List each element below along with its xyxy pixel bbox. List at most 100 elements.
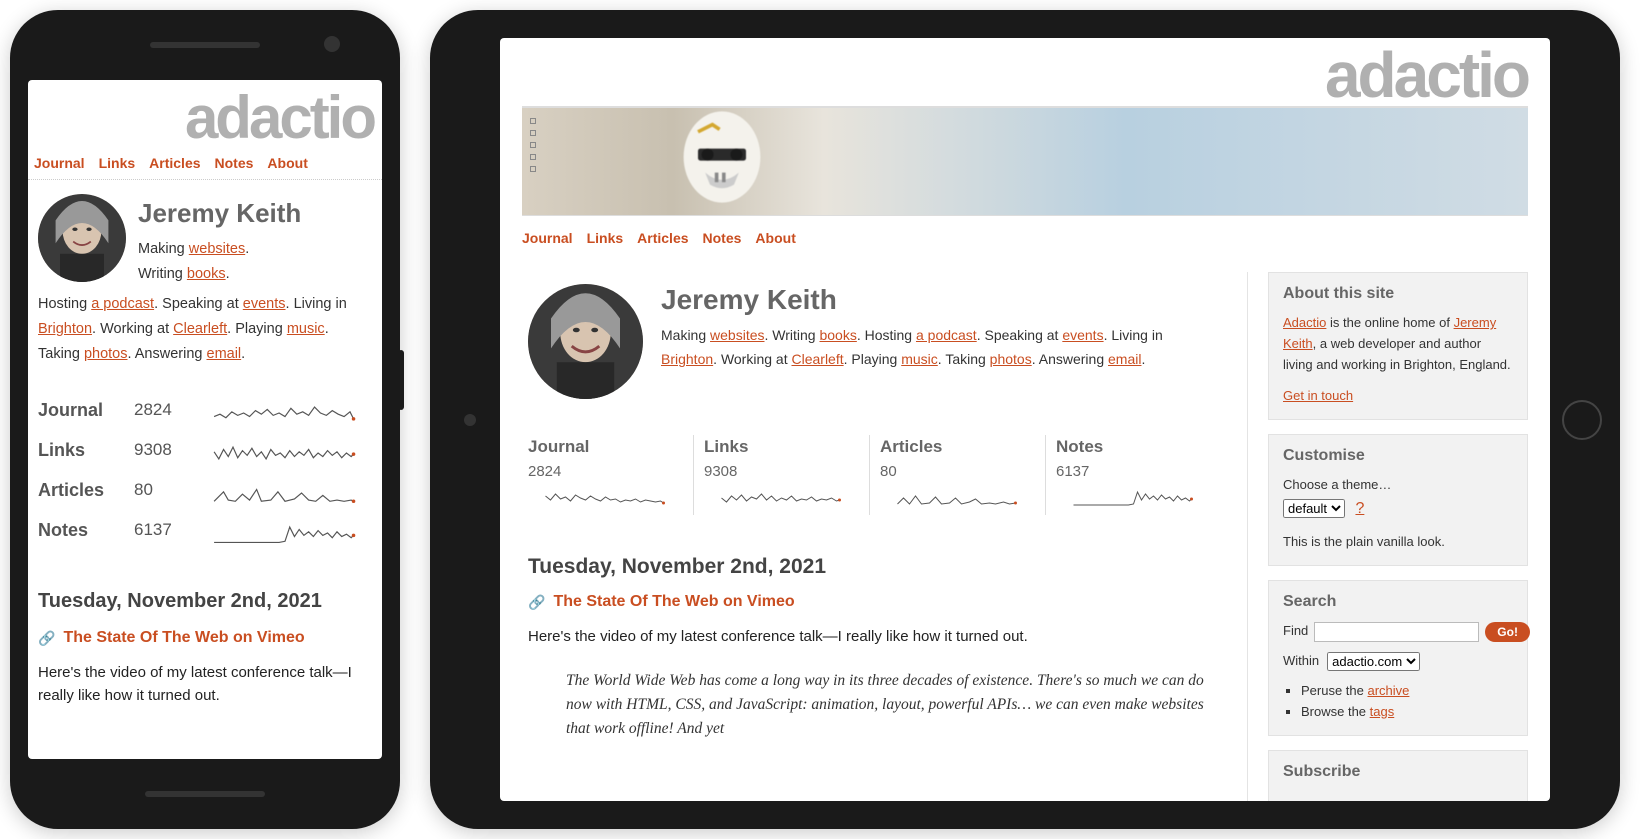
- link-photos[interactable]: photos: [84, 346, 128, 362]
- link-books[interactable]: books: [187, 266, 226, 282]
- author-bio-top: Making websites. Writing books.: [138, 237, 301, 286]
- link-events[interactable]: events: [243, 296, 286, 312]
- phone-camera: [324, 36, 340, 52]
- link-tags[interactable]: tags: [1370, 704, 1395, 719]
- sidebar-customise-heading: Customise: [1283, 447, 1513, 465]
- sparkline-articles: [880, 486, 1035, 508]
- sidebar-subscribe-heading: Subscribe: [1283, 763, 1513, 781]
- link-archive[interactable]: archive: [1368, 683, 1410, 698]
- sidebar-about-heading: About this site: [1283, 285, 1513, 303]
- permalink-icon[interactable]: 🔗: [38, 630, 55, 647]
- link-podcast[interactable]: a podcast: [916, 327, 977, 343]
- link-email[interactable]: email: [1108, 351, 1141, 367]
- sparkline-links: [704, 486, 859, 508]
- search-within-label: Within: [1283, 651, 1319, 672]
- link-events[interactable]: events: [1062, 327, 1103, 343]
- stat-articles[interactable]: Articles 80: [38, 470, 372, 510]
- sidebar-about-text: Adactio is the online home of Jeremy Kei…: [1283, 313, 1513, 375]
- search-input[interactable]: [1314, 622, 1479, 642]
- stat-journal[interactable]: Journal 2824: [528, 435, 693, 515]
- sparkline-links: [198, 440, 372, 466]
- link-music[interactable]: music: [287, 321, 325, 337]
- tablet-screen: adactio Journal Links Articles Notes Abo: [500, 38, 1550, 801]
- permalink-icon[interactable]: 🔗: [528, 594, 545, 611]
- stat-notes[interactable]: Notes 6137: [1045, 435, 1221, 515]
- site-logo[interactable]: adactio: [500, 38, 1550, 106]
- theme-description: This is the plain vanilla look.: [1283, 532, 1513, 553]
- stat-links[interactable]: Links 9308: [693, 435, 869, 515]
- tablet-camera: [464, 414, 476, 426]
- sparkline-articles: [198, 480, 372, 506]
- stat-articles[interactable]: Articles 80: [869, 435, 1045, 515]
- search-go-button[interactable]: Go!: [1485, 622, 1530, 642]
- phone-screen: adactio Journal Links Articles Notes Abo…: [28, 80, 382, 759]
- link-photos[interactable]: photos: [990, 351, 1032, 367]
- post-title-link[interactable]: The State Of The Web on Vimeo: [553, 593, 794, 611]
- phone-side-button: [398, 350, 404, 410]
- nav-links[interactable]: Links: [587, 230, 624, 246]
- theme-help-link[interactable]: ?: [1355, 500, 1364, 517]
- stats-phone: Journal 2824 Links 9308 Articles 80 Note…: [38, 390, 372, 550]
- nav-links[interactable]: Links: [99, 155, 136, 171]
- link-email[interactable]: email: [207, 346, 242, 362]
- nav-articles[interactable]: Articles: [637, 230, 688, 246]
- nav-notes[interactable]: Notes: [703, 230, 742, 246]
- sparkline-journal: [198, 400, 372, 426]
- post-date: Tuesday, November 2nd, 2021: [38, 590, 372, 613]
- link-websites[interactable]: websites: [189, 241, 245, 257]
- link-clearleft[interactable]: Clearleft: [173, 321, 227, 337]
- tablet-device-frame: adactio Journal Links Articles Notes Abo: [430, 10, 1620, 829]
- sidebar-about: About this site Adactio is the online ho…: [1268, 272, 1528, 419]
- author-bio-rest: Hosting a podcast. Speaking at events. L…: [38, 292, 372, 366]
- sidebar-subscribe: Subscribe: [1268, 750, 1528, 801]
- sparkline-notes: [1056, 486, 1211, 508]
- nav-journal[interactable]: Journal: [34, 155, 85, 171]
- tablet-home-button: [1562, 400, 1602, 440]
- post-quote: The World Wide Web has come a long way i…: [560, 669, 1227, 741]
- post-intro: Here's the video of my latest conference…: [28, 661, 382, 708]
- stat-notes[interactable]: Notes 6137: [38, 510, 372, 550]
- post-title-link[interactable]: The State Of The Web on Vimeo: [63, 629, 304, 647]
- search-scope-select[interactable]: adactio.com: [1327, 652, 1420, 671]
- link-music[interactable]: music: [901, 351, 938, 367]
- stat-links[interactable]: Links 9308: [38, 430, 372, 470]
- sidebar-customise: Customise Choose a theme… default ? This…: [1268, 434, 1528, 567]
- nav-articles[interactable]: Articles: [149, 155, 200, 171]
- main-nav: Journal Links Articles Notes About: [522, 222, 1528, 254]
- hero-banner: [522, 106, 1528, 216]
- search-tags-item: Browse the tags: [1301, 702, 1513, 723]
- nav-about[interactable]: About: [755, 230, 795, 246]
- nav-about[interactable]: About: [267, 155, 307, 171]
- link-brighton[interactable]: Brighton: [661, 351, 713, 367]
- phone-device-frame: adactio Journal Links Articles Notes Abo…: [10, 10, 400, 829]
- banner-image: [662, 106, 782, 216]
- author-avatar[interactable]: [38, 194, 126, 282]
- link-clearleft[interactable]: Clearleft: [791, 351, 843, 367]
- link-websites[interactable]: websites: [710, 327, 764, 343]
- author-name: Jeremy Keith: [138, 198, 301, 229]
- theme-label: Choose a theme…: [1283, 477, 1391, 492]
- link-brighton[interactable]: Brighton: [38, 321, 92, 337]
- stat-journal[interactable]: Journal 2824: [38, 390, 372, 430]
- nav-journal[interactable]: Journal: [522, 230, 573, 246]
- search-archive-item: Peruse the archive: [1301, 681, 1513, 702]
- author-name: Jeremy Keith: [661, 284, 1221, 316]
- link-books[interactable]: books: [819, 327, 856, 343]
- search-find-label: Find: [1283, 621, 1308, 642]
- author-bio: Making websites. Writing books. Hosting …: [661, 324, 1221, 372]
- sparkline-journal: [528, 486, 683, 508]
- link-adactio[interactable]: Adactio: [1283, 315, 1326, 330]
- link-podcast[interactable]: a podcast: [91, 296, 154, 312]
- link-contact[interactable]: Get in touch: [1283, 388, 1353, 403]
- stats-row: Journal 2824 Links 9308 Articles 80: [522, 435, 1227, 515]
- sidebar: About this site Adactio is the online ho…: [1268, 272, 1528, 801]
- post-date: Tuesday, November 2nd, 2021: [522, 555, 1227, 579]
- author-avatar[interactable]: [528, 284, 643, 399]
- sidebar-search: Search Find Go! Within adactio.com Perus…: [1268, 580, 1528, 735]
- theme-select[interactable]: default: [1283, 499, 1345, 518]
- site-logo[interactable]: adactio: [28, 80, 382, 147]
- post-intro: Here's the video of my latest conference…: [522, 625, 1227, 648]
- main-nav: Journal Links Articles Notes About: [28, 147, 382, 180]
- sparkline-notes: [198, 520, 372, 546]
- nav-notes[interactable]: Notes: [215, 155, 254, 171]
